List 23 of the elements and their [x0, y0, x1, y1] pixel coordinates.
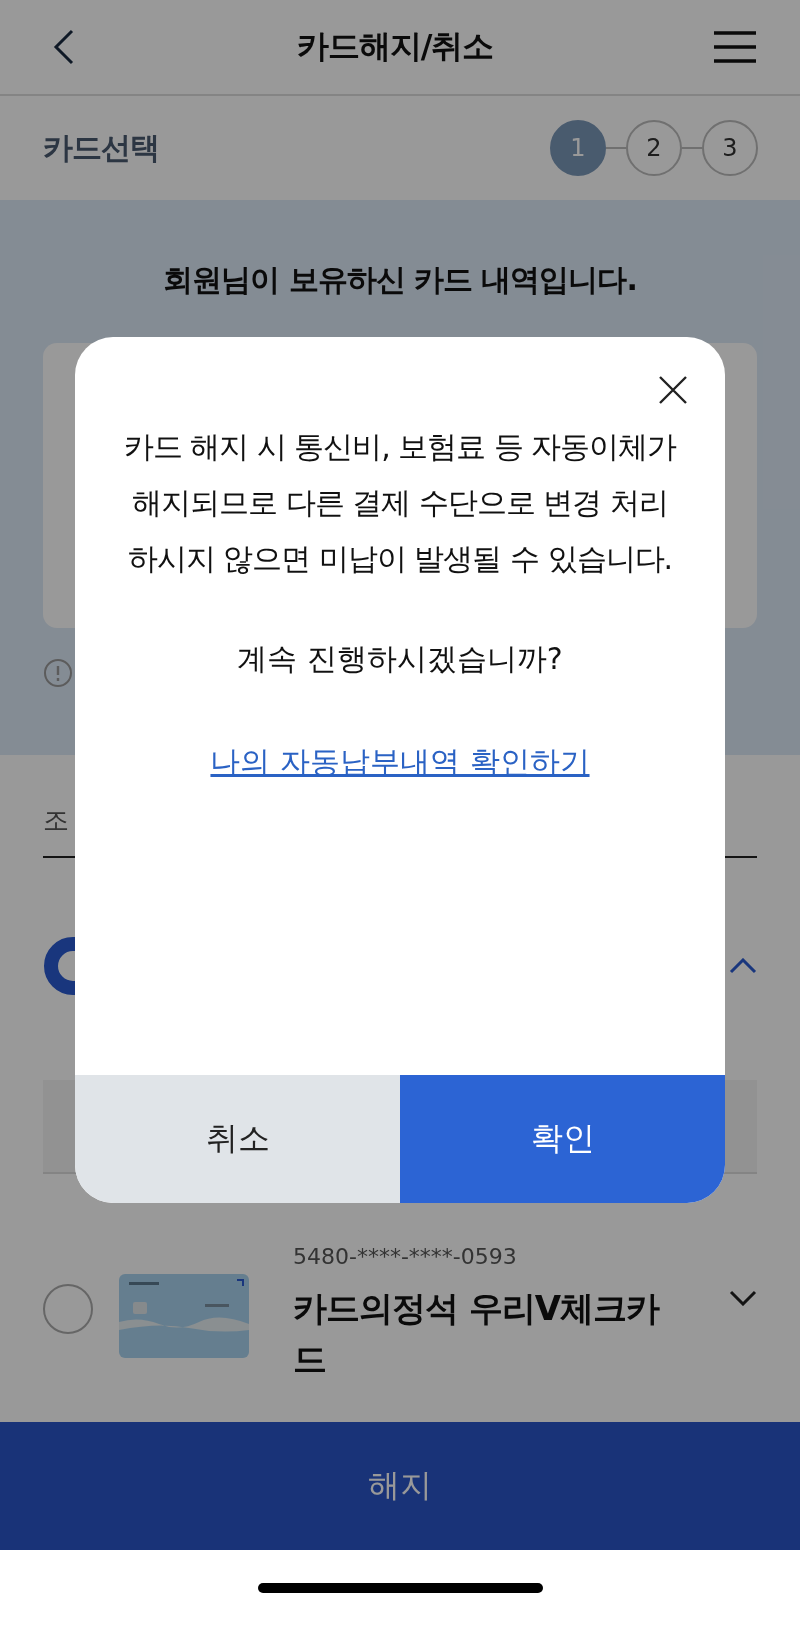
auto-payment-link[interactable]: 나의 자동납부내역 확인하기: [210, 742, 590, 783]
close-icon[interactable]: [658, 375, 688, 405]
ring-icon: [43, 936, 75, 996]
chevron-down-icon[interactable]: [729, 1290, 757, 1306]
step-indicator: 2: [626, 120, 682, 176]
step-indicator: 1: [550, 120, 606, 176]
cancel-button[interactable]: 취소: [75, 1075, 400, 1203]
radio-button[interactable]: [43, 1284, 93, 1334]
menu-icon[interactable]: [714, 31, 756, 63]
dialog-question: 계속 진행하시겠습니까?: [237, 640, 563, 678]
cancel-card-button[interactable]: 해지: [0, 1422, 800, 1550]
chevron-up-icon[interactable]: [729, 958, 757, 974]
filter-label: 조: [43, 804, 69, 837]
back-icon[interactable]: [52, 29, 76, 65]
info-icon: [43, 658, 73, 688]
step-label: 카드선택: [43, 128, 159, 167]
page-title: 카드해지/취소: [296, 26, 494, 67]
step-indicator: 3: [702, 120, 758, 176]
dialog-message: 카드 해지 시 통신비, 보험료 등 자동이체가 해지되므로 다른 결제 수단으로 변경 처리하시지 않으면 미납이 발생될 수 있습니다.: [122, 428, 678, 578]
card-name: 카드의정석 우리V체크카드: [293, 1287, 661, 1381]
panel-heading: 회원님이 보유하신 카드 내역입니다.: [163, 261, 637, 299]
card-number: 5480-****-****-0593: [293, 1244, 518, 1269]
confirm-button[interactable]: 확인: [400, 1075, 725, 1203]
